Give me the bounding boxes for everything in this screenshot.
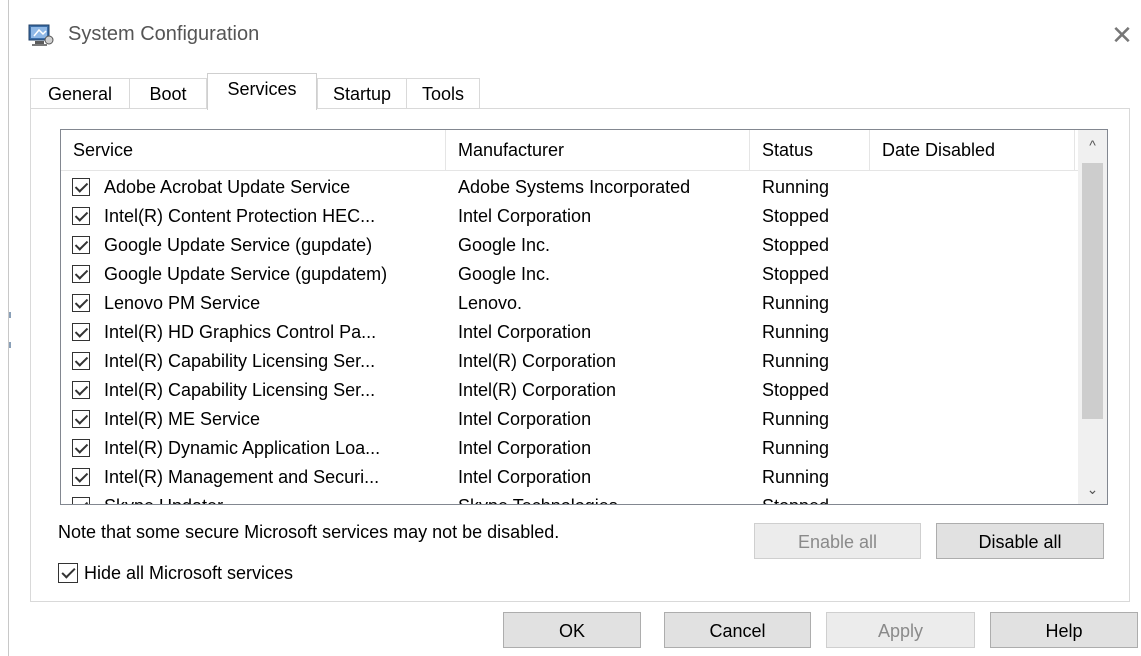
vertical-scrollbar[interactable]: ^ ⌄ (1078, 130, 1107, 504)
service-name: Intel(R) HD Graphics Control Pa... (104, 322, 377, 342)
service-manufacturer: Adobe Systems Incorporated (458, 177, 691, 197)
service-name: Google Update Service (gupdatem) (104, 264, 388, 284)
service-name: Adobe Acrobat Update Service (104, 177, 351, 197)
service-checkbox[interactable] (72, 352, 90, 370)
service-status: Stopped (762, 380, 830, 400)
service-checkbox[interactable] (72, 497, 90, 504)
service-checkbox[interactable] (72, 207, 90, 225)
service-checkbox[interactable] (72, 294, 90, 312)
scroll-thumb[interactable] (1082, 163, 1103, 419)
scroll-up-icon[interactable]: ^ (1078, 130, 1107, 160)
table-row[interactable]: Intel(R) ME Service Intel Corporation Runn… (61, 405, 1078, 434)
services-tab-panel: Service Manufacturer Status Date Disable… (30, 108, 1130, 602)
table-row[interactable]: Intel(R) Content Protection HEC... Intel … (61, 202, 1078, 231)
service-name: Intel(R) Capability Licensing Ser... (104, 380, 376, 400)
tab-services[interactable]: Services (207, 73, 317, 110)
column-header-manufacturer[interactable]: Manufacturer (446, 130, 750, 170)
help-button[interactable]: Help (990, 612, 1138, 648)
hide-microsoft-services-checkbox[interactable] (58, 563, 78, 583)
service-manufacturer: Intel Corporation (458, 322, 592, 342)
service-manufacturer: Intel(R) Corporation (458, 380, 617, 400)
tab-general[interactable]: General (30, 78, 130, 108)
services-list-header: Service Manufacturer Status Date Disable… (61, 130, 1078, 171)
service-status: Stopped (762, 235, 830, 255)
service-manufacturer: Intel Corporation (458, 438, 592, 458)
service-manufacturer: Intel(R) Corporation (458, 351, 617, 371)
title-bar[interactable]: System Configuration ✕ (9, 0, 1141, 62)
table-row[interactable]: Lenovo PM Service Lenovo. Running (61, 289, 1078, 318)
column-header-status[interactable]: Status (750, 130, 870, 170)
service-checkbox[interactable] (72, 265, 90, 283)
msconfig-icon (28, 24, 54, 46)
service-manufacturer: Skype Technologies (458, 492, 748, 504)
service-checkbox[interactable] (72, 381, 90, 399)
service-name: Intel(R) Capability Licensing Ser... (104, 351, 376, 371)
service-manufacturer: Intel Corporation (458, 467, 592, 487)
table-row[interactable]: Intel(R) Dynamic Application Loa... Intel… (61, 434, 1078, 463)
tab-startup[interactable]: Startup (317, 78, 407, 108)
ok-button[interactable]: OK (503, 612, 641, 648)
table-row[interactable]: Intel(R) Capability Licensing Ser... Inte… (61, 347, 1078, 376)
services-list[interactable]: Service Manufacturer Status Date Disable… (60, 129, 1108, 505)
service-checkbox[interactable] (72, 323, 90, 341)
services-rows: Adobe Acrobat Update Service Adobe System… (61, 173, 1078, 504)
scroll-down-icon[interactable]: ⌄ (1078, 474, 1107, 504)
service-name: Skype Updater (104, 492, 444, 504)
service-checkbox[interactable] (72, 439, 90, 457)
window-edge-mark (9, 312, 11, 318)
service-status: Running (762, 322, 830, 342)
service-status: Running (762, 438, 830, 458)
service-manufacturer: Intel Corporation (458, 409, 592, 429)
table-row[interactable]: Google Update Service (gupdate) Google In… (61, 231, 1078, 260)
system-configuration-window: System Configuration ✕ General Boot Serv… (8, 0, 1141, 656)
close-icon[interactable]: ✕ (1107, 20, 1137, 50)
service-name: Intel(R) Management and Securi... (104, 467, 380, 487)
service-name: Intel(R) ME Service (104, 409, 261, 429)
column-header-service[interactable]: Service (61, 130, 446, 170)
disable-all-button[interactable]: Disable all (936, 523, 1104, 559)
table-row[interactable]: Intel(R) HD Graphics Control Pa... Intel … (61, 318, 1078, 347)
service-name: Intel(R) Content Protection HEC... (104, 206, 376, 226)
service-status: Running (762, 351, 830, 371)
window-edge-mark (9, 342, 11, 348)
service-status: Stopped (762, 492, 867, 504)
service-checkbox[interactable] (72, 236, 90, 254)
tab-boot[interactable]: Boot (129, 78, 207, 108)
service-status: Running (762, 467, 830, 487)
hide-microsoft-services-label[interactable]: Hide all Microsoft services (84, 561, 293, 585)
service-name: Google Update Service (gupdate) (104, 235, 373, 255)
table-row[interactable]: Adobe Acrobat Update Service Adobe System… (61, 173, 1078, 202)
service-checkbox[interactable] (72, 468, 90, 486)
tab-tools[interactable]: Tools (406, 78, 480, 108)
service-manufacturer: Intel Corporation (458, 206, 592, 226)
service-name: Lenovo PM Service (104, 293, 261, 313)
table-row[interactable]: Intel(R) Capability Licensing Ser... Inte… (61, 376, 1078, 405)
service-checkbox[interactable] (72, 410, 90, 428)
service-status: Running (762, 293, 830, 313)
service-status: Running (762, 177, 830, 197)
service-checkbox[interactable] (72, 178, 90, 196)
service-name: Intel(R) Dynamic Application Loa... (104, 438, 381, 458)
service-status: Stopped (762, 206, 830, 226)
table-row[interactable]: Google Update Service (gupdatem) Google I… (61, 260, 1078, 289)
column-header-date-disabled[interactable]: Date Disabled (870, 130, 1075, 170)
table-row[interactable]: Skype Updater Skype Technologies Stopped (61, 492, 1078, 504)
service-manufacturer: Lenovo. (458, 293, 523, 313)
table-row[interactable]: Intel(R) Management and Securi... Intel C… (61, 463, 1078, 492)
enable-all-button[interactable]: Enable all (754, 523, 921, 559)
window-title: System Configuration (68, 23, 260, 45)
service-manufacturer: Google Inc. (458, 264, 551, 284)
service-status: Running (762, 409, 830, 429)
cancel-button[interactable]: Cancel (664, 612, 811, 648)
service-manufacturer: Google Inc. (458, 235, 551, 255)
apply-button[interactable]: Apply (826, 612, 975, 648)
service-status: Stopped (762, 264, 830, 284)
secure-services-note: Note that some secure Microsoft services… (58, 522, 560, 542)
